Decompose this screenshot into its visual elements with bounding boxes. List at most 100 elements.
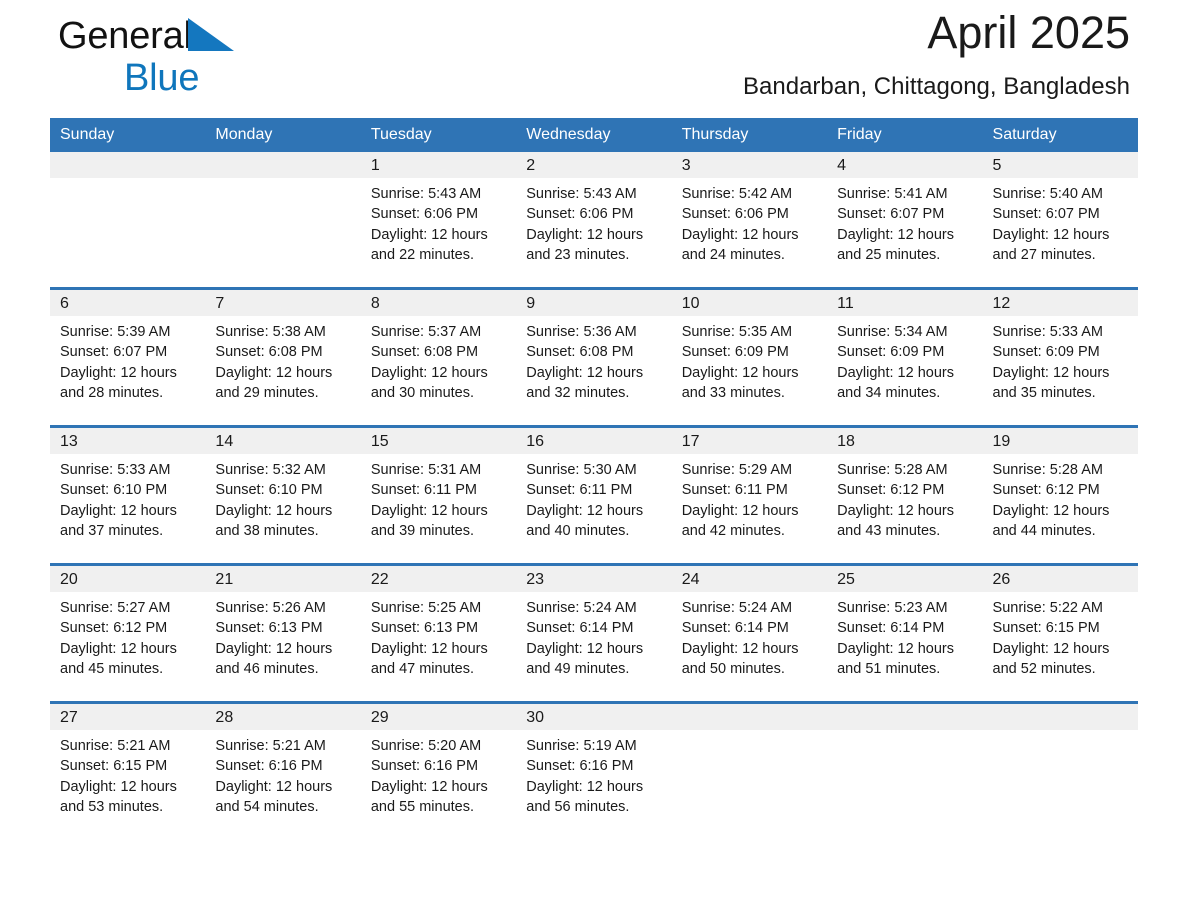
sunset-text: Sunset: 6:07 PM — [837, 206, 945, 223]
daylight-text-line1: Daylight: 12 hours — [526, 364, 644, 381]
daylight-text-line1: Daylight: 12 hours — [370, 778, 488, 795]
sunrise-text: Sunrise: 5:34 AM — [837, 324, 948, 340]
day-cell[interactable]: 19 Sunrise: 5:28 AM Sunset: 6:12 PM Dayl… — [982, 428, 1138, 563]
day-cell[interactable]: 8 Sunrise: 5:37 AM Sunset: 6:08 PM Dayli… — [360, 290, 517, 425]
day-info: Sunrise: 5:33 AM Sunset: 6:10 PM Dayligh… — [50, 454, 205, 541]
daylight-text-line1: Daylight: 12 hours — [681, 226, 799, 243]
day-cell[interactable]: 27 Sunrise: 5:21 AM Sunset: 6:15 PM Dayl… — [50, 704, 206, 839]
sunrise-text: Sunrise: 5:39 AM — [60, 324, 171, 340]
day-cell[interactable] — [671, 704, 828, 839]
day-cell[interactable]: 26 Sunrise: 5:22 AM Sunset: 6:15 PM Dayl… — [982, 566, 1138, 701]
day-number — [827, 704, 983, 730]
sunrise-text: Sunrise: 5:20 AM — [370, 738, 482, 754]
daylight-text-line2: and 29 minutes. — [215, 384, 319, 401]
day-number — [50, 152, 206, 178]
weekday-header-sunday: Sunday — [50, 118, 206, 152]
day-number: 25 — [827, 566, 983, 592]
day-cell[interactable]: 17 Sunrise: 5:29 AM Sunset: 6:11 PM Dayl… — [671, 428, 828, 563]
day-cell[interactable] — [982, 704, 1138, 839]
day-info: Sunrise: 5:39 AM Sunset: 6:07 PM Dayligh… — [50, 316, 205, 403]
day-cell[interactable]: 15 Sunrise: 5:31 AM Sunset: 6:11 PM Dayl… — [360, 428, 517, 563]
day-cell[interactable]: 29 Sunrise: 5:20 AM Sunset: 6:16 PM Dayl… — [360, 704, 517, 839]
day-number: 19 — [982, 428, 1138, 454]
day-cell[interactable]: 12 Sunrise: 5:33 AM Sunset: 6:09 PM Dayl… — [982, 290, 1138, 425]
day-cell[interactable] — [205, 152, 361, 287]
daylight-text-line2: and 52 minutes. — [992, 660, 1096, 677]
day-cell[interactable]: 20 Sunrise: 5:27 AM Sunset: 6:12 PM Dayl… — [50, 566, 206, 701]
day-number: 8 — [360, 290, 517, 316]
day-number: 12 — [982, 290, 1138, 316]
day-cell[interactable]: 28 Sunrise: 5:21 AM Sunset: 6:16 PM Dayl… — [205, 704, 361, 839]
day-info: Sunrise: 5:37 AM Sunset: 6:08 PM Dayligh… — [361, 316, 516, 403]
day-cell[interactable] — [827, 704, 983, 839]
day-number — [205, 152, 361, 178]
day-cell[interactable]: 6 Sunrise: 5:39 AM Sunset: 6:07 PM Dayli… — [50, 290, 206, 425]
calendar-week-row: 6 Sunrise: 5:39 AM Sunset: 6:07 PM Dayli… — [50, 290, 1138, 425]
day-number: 30 — [516, 704, 672, 730]
daylight-text-line2: and 42 minutes. — [681, 522, 785, 539]
sunset-text: Sunset: 6:09 PM — [837, 344, 945, 361]
daylight-text-line2: and 47 minutes. — [370, 660, 475, 677]
calendar-table: Sunday Monday Tuesday Wednesday Thursday… — [50, 118, 1138, 839]
daylight-text-line1: Daylight: 12 hours — [370, 640, 488, 657]
daylight-text-line2: and 22 minutes. — [370, 246, 475, 263]
day-cell[interactable]: 5 Sunrise: 5:40 AM Sunset: 6:07 PM Dayli… — [982, 152, 1138, 287]
day-cell[interactable]: 14 Sunrise: 5:32 AM Sunset: 6:10 PM Dayl… — [205, 428, 361, 563]
day-cell[interactable]: 23 Sunrise: 5:24 AM Sunset: 6:14 PM Dayl… — [516, 566, 672, 701]
daylight-text-line1: Daylight: 12 hours — [992, 502, 1110, 519]
daylight-text-line2: and 35 minutes. — [992, 384, 1096, 401]
sunset-text: Sunset: 6:10 PM — [60, 482, 168, 499]
daylight-text-line2: and 55 minutes. — [370, 798, 475, 815]
sunset-text: Sunset: 6:07 PM — [60, 344, 168, 361]
sunrise-text: Sunrise: 5:41 AM — [837, 186, 948, 202]
calendar-page: General Blue April 2025 Bandarban, Chitt… — [0, 0, 1188, 918]
day-cell[interactable]: 16 Sunrise: 5:30 AM Sunset: 6:11 PM Dayl… — [516, 428, 672, 563]
day-number: 4 — [827, 152, 983, 178]
sunset-text: Sunset: 6:09 PM — [992, 344, 1100, 361]
day-cell[interactable]: 25 Sunrise: 5:23 AM Sunset: 6:14 PM Dayl… — [827, 566, 983, 701]
daylight-text-line2: and 51 minutes. — [837, 660, 941, 677]
day-cell[interactable]: 9 Sunrise: 5:36 AM Sunset: 6:08 PM Dayli… — [516, 290, 672, 425]
sunrise-text: Sunrise: 5:33 AM — [992, 324, 1103, 340]
day-cell[interactable]: 4 Sunrise: 5:41 AM Sunset: 6:07 PM Dayli… — [827, 152, 983, 287]
day-cell[interactable]: 10 Sunrise: 5:35 AM Sunset: 6:09 PM Dayl… — [671, 290, 828, 425]
day-cell[interactable]: 7 Sunrise: 5:38 AM Sunset: 6:08 PM Dayli… — [205, 290, 361, 425]
day-cell[interactable] — [50, 152, 206, 287]
weekday-header-tuesday: Tuesday — [360, 118, 517, 152]
sunset-text: Sunset: 6:08 PM — [215, 344, 323, 361]
day-cell[interactable]: 2 Sunrise: 5:43 AM Sunset: 6:06 PM Dayli… — [516, 152, 672, 287]
daylight-text-line2: and 45 minutes. — [60, 660, 164, 677]
day-number: 29 — [360, 704, 517, 730]
sunset-text: Sunset: 6:06 PM — [370, 206, 479, 223]
day-info — [205, 178, 360, 184]
day-number: 3 — [671, 152, 828, 178]
sunrise-text: Sunrise: 5:40 AM — [992, 186, 1103, 202]
sunrise-text: Sunrise: 5:22 AM — [992, 600, 1103, 616]
weekday-header-monday: Monday — [205, 118, 361, 152]
calendar-header-row: Sunday Monday Tuesday Wednesday Thursday… — [50, 118, 1138, 152]
day-cell[interactable]: 3 Sunrise: 5:42 AM Sunset: 6:06 PM Dayli… — [671, 152, 828, 287]
day-number: 16 — [516, 428, 672, 454]
day-cell[interactable]: 18 Sunrise: 5:28 AM Sunset: 6:12 PM Dayl… — [827, 428, 983, 563]
logo-top-row: General — [58, 14, 398, 58]
daylight-text-line1: Daylight: 12 hours — [837, 502, 954, 519]
daylight-text-line2: and 27 minutes. — [992, 246, 1096, 263]
day-cell[interactable]: 24 Sunrise: 5:24 AM Sunset: 6:14 PM Dayl… — [671, 566, 828, 701]
day-cell[interactable]: 21 Sunrise: 5:26 AM Sunset: 6:13 PM Dayl… — [205, 566, 361, 701]
day-number: 11 — [827, 290, 983, 316]
day-number: 17 — [671, 428, 828, 454]
sunrise-text: Sunrise: 5:43 AM — [370, 186, 482, 202]
daylight-text-line1: Daylight: 12 hours — [60, 502, 177, 519]
sunset-text: Sunset: 6:11 PM — [681, 482, 788, 499]
daylight-text-line2: and 25 minutes. — [837, 246, 941, 263]
day-cell[interactable]: 13 Sunrise: 5:33 AM Sunset: 6:10 PM Dayl… — [50, 428, 206, 563]
daylight-text-line1: Daylight: 12 hours — [837, 226, 954, 243]
day-info: Sunrise: 5:33 AM Sunset: 6:09 PM Dayligh… — [983, 316, 1138, 403]
day-cell[interactable]: 11 Sunrise: 5:34 AM Sunset: 6:09 PM Dayl… — [827, 290, 983, 425]
day-info — [672, 730, 827, 736]
day-cell[interactable]: 30 Sunrise: 5:19 AM Sunset: 6:16 PM Dayl… — [516, 704, 672, 839]
day-cell[interactable]: 1 Sunrise: 5:43 AM Sunset: 6:06 PM Dayli… — [360, 152, 517, 287]
day-info: Sunrise: 5:29 AM Sunset: 6:11 PM Dayligh… — [672, 454, 827, 541]
day-cell[interactable]: 22 Sunrise: 5:25 AM Sunset: 6:13 PM Dayl… — [360, 566, 517, 701]
daylight-text-line2: and 49 minutes. — [526, 660, 630, 677]
